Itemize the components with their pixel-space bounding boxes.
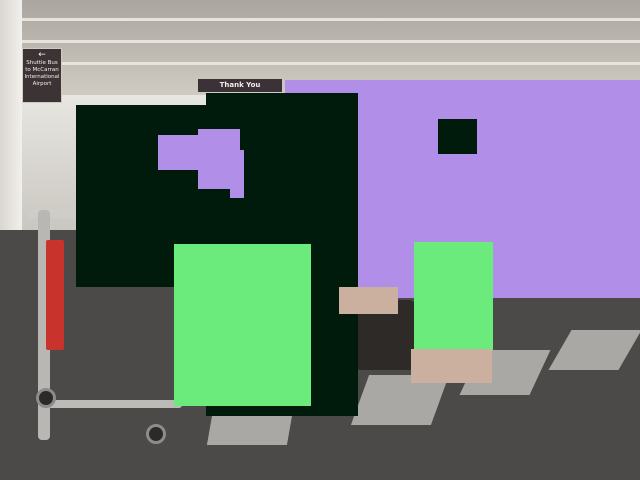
light-green-mask-block bbox=[174, 244, 311, 406]
cart-wheel bbox=[146, 424, 166, 444]
ceiling-beam bbox=[0, 40, 640, 43]
cart-handle bbox=[28, 210, 78, 218]
cart-red-panel bbox=[46, 240, 64, 350]
shuttle-sign: ← Shuttle Bus to McCarran International … bbox=[22, 48, 62, 103]
dark-mask-block bbox=[438, 119, 477, 154]
light-green-mask-block bbox=[414, 242, 493, 350]
floor-stripe bbox=[548, 330, 640, 370]
shuttle-sign-text: Shuttle Bus to McCarran International Ai… bbox=[24, 60, 60, 87]
ceiling-beam bbox=[0, 18, 640, 21]
thank-you-banner: Thank You bbox=[198, 79, 282, 92]
lavender-mask-block bbox=[230, 150, 244, 198]
lavender-mask-block bbox=[158, 135, 200, 170]
tan-mask-block bbox=[339, 287, 398, 314]
left-arrow-icon: ← bbox=[38, 50, 46, 60]
concrete-pillar bbox=[0, 0, 22, 230]
cart-wheel bbox=[36, 388, 56, 408]
cart-base bbox=[42, 400, 182, 408]
ceiling-beam bbox=[0, 62, 640, 65]
photo-scene: ← Shuttle Bus to McCarran International … bbox=[0, 0, 640, 480]
tan-mask-block bbox=[411, 349, 492, 383]
